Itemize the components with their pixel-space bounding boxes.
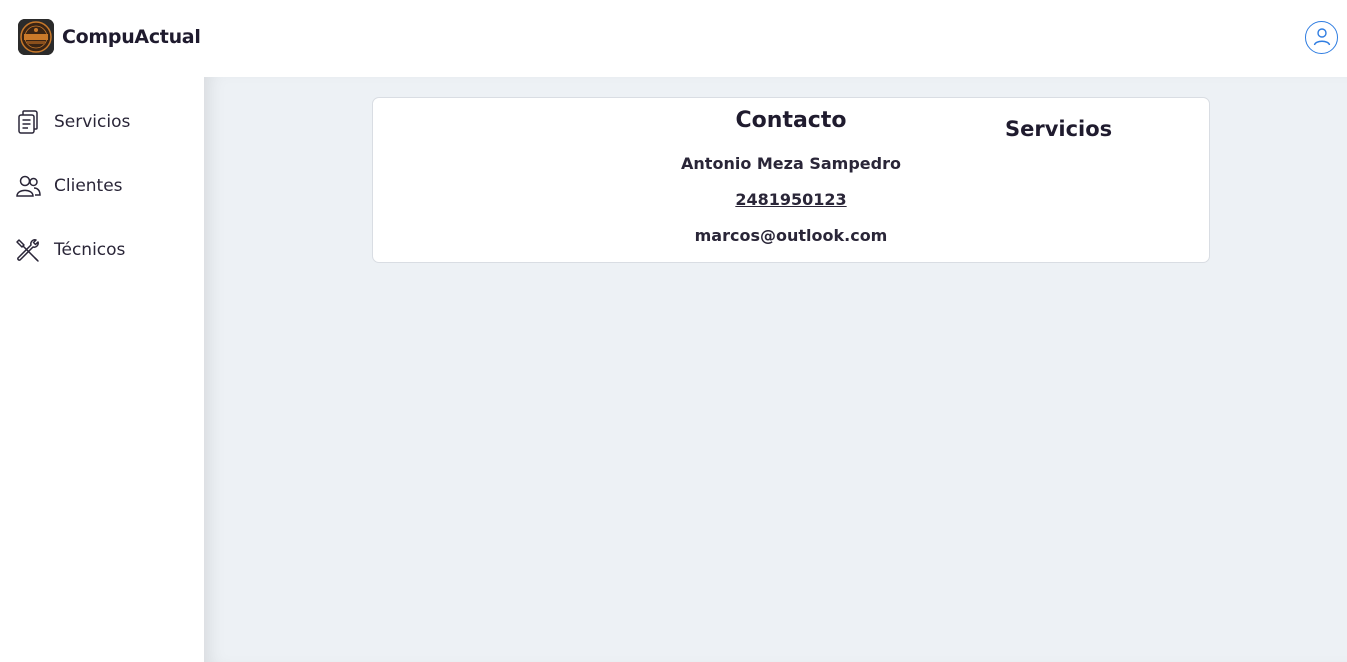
sidebar-item-label: Servicios [54, 112, 131, 132]
user-circle-icon [1312, 26, 1332, 50]
main-content: Contacto Antonio Meza Sampedro 248195012… [204, 77, 1347, 662]
sidebar-item-label: Clientes [54, 176, 123, 196]
brand-logo [18, 19, 54, 55]
contact-phone-link[interactable]: 2481950123 [373, 190, 1209, 209]
sidebar-item-tecnicos[interactable]: Técnicos [14, 235, 125, 265]
sidebar-item-clientes[interactable]: Clientes [14, 171, 123, 201]
brand-name: CompuActual [62, 26, 201, 48]
client-detail-card: Contacto Antonio Meza Sampedro 248195012… [372, 97, 1210, 263]
sidebar-item-servicios[interactable]: Servicios [14, 107, 130, 137]
user-account-button[interactable] [1305, 21, 1338, 54]
contact-name: Antonio Meza Sampedro [681, 154, 901, 173]
sidebar-item-label: Técnicos [54, 240, 126, 260]
users-icon [14, 172, 42, 200]
sidebar: Servicios Clientes Técnicos [0, 77, 204, 662]
tools-icon [14, 236, 42, 264]
top-bar: CompuActual [0, 0, 1347, 77]
services-title: Servicios [1005, 117, 1113, 141]
brand[interactable]: CompuActual [18, 19, 201, 55]
contact-email: marcos@outlook.com [694, 226, 888, 245]
clipboard-icon [14, 108, 42, 136]
